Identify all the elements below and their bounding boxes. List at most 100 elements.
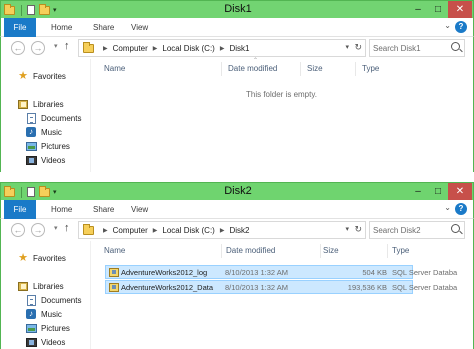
minimize-icon[interactable]: –: [408, 183, 428, 200]
search-box[interactable]: [369, 39, 465, 57]
tab-view[interactable]: View: [125, 200, 154, 219]
nav-documents[interactable]: Documents: [25, 293, 81, 307]
help-icon[interactable]: ?: [455, 203, 467, 215]
breadcrumb-computer[interactable]: Computer: [113, 44, 148, 53]
nav-favorites[interactable]: ★ Favorites: [17, 69, 66, 83]
breadcrumb: ▶ Computer ▶ Local Disk (C:) ▶ Disk1: [98, 40, 249, 56]
expand-ribbon-icon[interactable]: ⌄: [444, 203, 451, 212]
nav-documents[interactable]: Documents: [25, 111, 81, 125]
nav-pictures[interactable]: Pictures: [25, 139, 70, 153]
file-date: 8/10/2013 1:32 AM: [225, 268, 288, 277]
chevron-right-icon[interactable]: ▶: [153, 45, 158, 52]
sort-indicator-icon: ⌃: [253, 58, 259, 64]
window-controls: – □ ✕: [408, 183, 472, 201]
column-header-type[interactable]: Type: [392, 246, 409, 255]
breadcrumb-current[interactable]: Disk2: [229, 226, 249, 235]
tab-home[interactable]: Home: [45, 18, 78, 37]
tab-file[interactable]: File: [4, 200, 36, 219]
expand-ribbon-icon[interactable]: ⌄: [444, 21, 451, 30]
empty-folder-message: This folder is empty.: [246, 90, 317, 99]
tab-home[interactable]: Home: [45, 200, 78, 219]
chevron-right-icon[interactable]: ▶: [103, 227, 108, 234]
nav-music[interactable]: ♪ Music: [25, 307, 62, 321]
nav-libraries[interactable]: Libraries: [17, 97, 64, 111]
navigation-pane: ★ Favorites Libraries Documents ♪ Music …: [1, 241, 91, 349]
recent-locations-icon[interactable]: ▾: [54, 42, 58, 50]
recent-locations-icon[interactable]: ▾: [54, 224, 58, 232]
pictures-icon: [25, 323, 37, 334]
search-input[interactable]: [373, 223, 447, 237]
maximize-icon[interactable]: □: [428, 183, 448, 200]
chevron-right-icon[interactable]: ▶: [153, 227, 158, 234]
column-header-size[interactable]: Size: [323, 246, 339, 255]
explorer-body: ★ Favorites Libraries Documents ♪ Music …: [0, 58, 474, 172]
back-icon[interactable]: ←: [11, 41, 25, 55]
file-type: SQL Server Databa: [392, 268, 458, 277]
breadcrumb-current[interactable]: Disk1: [229, 44, 249, 53]
up-icon[interactable]: ↑: [64, 222, 70, 234]
address-dropdown-icon[interactable]: ▾: [345, 43, 349, 51]
libraries-icon: [17, 99, 29, 110]
address-bar[interactable]: ▶ Computer ▶ Local Disk (C:) ▶ Disk1 ▾ ↻: [78, 39, 366, 57]
search-icon[interactable]: [451, 224, 460, 233]
title-bar[interactable]: ▾ Disk1 – □ ✕: [0, 0, 474, 18]
breadcrumb-local-disk[interactable]: Local Disk (C:): [162, 44, 214, 53]
column-header-name[interactable]: Name: [104, 246, 125, 255]
title-bar[interactable]: ▾ Disk2 – □ ✕: [0, 182, 474, 200]
minimize-icon[interactable]: –: [408, 1, 428, 18]
navigation-pane: ★ Favorites Libraries Documents ♪ Music …: [1, 59, 91, 172]
documents-icon: [25, 112, 37, 124]
forward-icon[interactable]: →: [31, 223, 45, 237]
maximize-icon[interactable]: □: [428, 1, 448, 18]
column-header-type[interactable]: Type: [362, 64, 379, 73]
star-icon: ★: [18, 69, 28, 82]
address-bar[interactable]: ▶ Computer ▶ Local Disk (C:) ▶ Disk2 ▾ ↻: [78, 221, 366, 239]
column-header-name[interactable]: Name: [104, 64, 125, 73]
file-row[interactable]: AdventureWorks2012_log 8/10/2013 1:32 AM…: [105, 265, 457, 279]
videos-icon: [25, 155, 37, 166]
column-header-date-modified[interactable]: Date modified: [226, 246, 275, 255]
back-icon[interactable]: ←: [11, 223, 25, 237]
column-header-date-modified[interactable]: Date modified: [228, 64, 277, 73]
chevron-right-icon[interactable]: ▶: [220, 227, 225, 234]
address-dropdown-icon[interactable]: ▾: [345, 225, 349, 233]
nav-libraries[interactable]: Libraries: [17, 279, 64, 293]
database-file-icon: [109, 268, 119, 277]
nav-favorites[interactable]: ★ Favorites: [17, 251, 66, 265]
nav-pictures[interactable]: Pictures: [25, 321, 70, 335]
nav-videos[interactable]: Videos: [25, 153, 65, 167]
search-icon[interactable]: [451, 42, 460, 51]
file-row[interactable]: AdventureWorks2012_Data 8/10/2013 1:32 A…: [105, 280, 457, 294]
refresh-icon[interactable]: ↻: [354, 42, 362, 53]
help-icon[interactable]: ?: [455, 21, 467, 33]
documents-icon: [25, 294, 37, 306]
forward-icon[interactable]: →: [31, 41, 45, 55]
explorer-window-disk1: ▾ Disk1 – □ ✕ File Home Share View ⌄ ? ←…: [0, 0, 474, 172]
breadcrumb: ▶ Computer ▶ Local Disk (C:) ▶ Disk2: [98, 222, 249, 238]
close-icon[interactable]: ✕: [448, 1, 472, 18]
refresh-icon[interactable]: ↻: [354, 224, 362, 235]
window-gap: [0, 172, 474, 182]
up-icon[interactable]: ↑: [64, 40, 70, 52]
column-header-size[interactable]: Size: [307, 64, 323, 73]
navigation-bar: ← → ▾ ↑ ▶ Computer ▶ Local Disk (C:) ▶ D…: [0, 37, 474, 59]
tab-file[interactable]: File: [4, 18, 36, 37]
file-size: 193,536 KB: [347, 283, 387, 292]
tab-view[interactable]: View: [125, 18, 154, 37]
nav-music[interactable]: ♪ Music: [25, 125, 62, 139]
nav-videos[interactable]: Videos: [25, 335, 65, 349]
tab-share[interactable]: Share: [87, 200, 120, 219]
search-box[interactable]: [369, 221, 465, 239]
chevron-right-icon[interactable]: ▶: [103, 45, 108, 52]
navigation-bar: ← → ▾ ↑ ▶ Computer ▶ Local Disk (C:) ▶ D…: [0, 219, 474, 241]
folder-icon: [83, 42, 94, 53]
search-input[interactable]: [373, 41, 447, 55]
close-icon[interactable]: ✕: [448, 183, 472, 200]
chevron-right-icon[interactable]: ▶: [220, 45, 225, 52]
tab-share[interactable]: Share: [87, 18, 120, 37]
music-icon: ♪: [25, 309, 37, 320]
file-date: 8/10/2013 1:32 AM: [225, 283, 288, 292]
pictures-icon: [25, 141, 37, 152]
breadcrumb-computer[interactable]: Computer: [113, 226, 148, 235]
breadcrumb-local-disk[interactable]: Local Disk (C:): [162, 226, 214, 235]
